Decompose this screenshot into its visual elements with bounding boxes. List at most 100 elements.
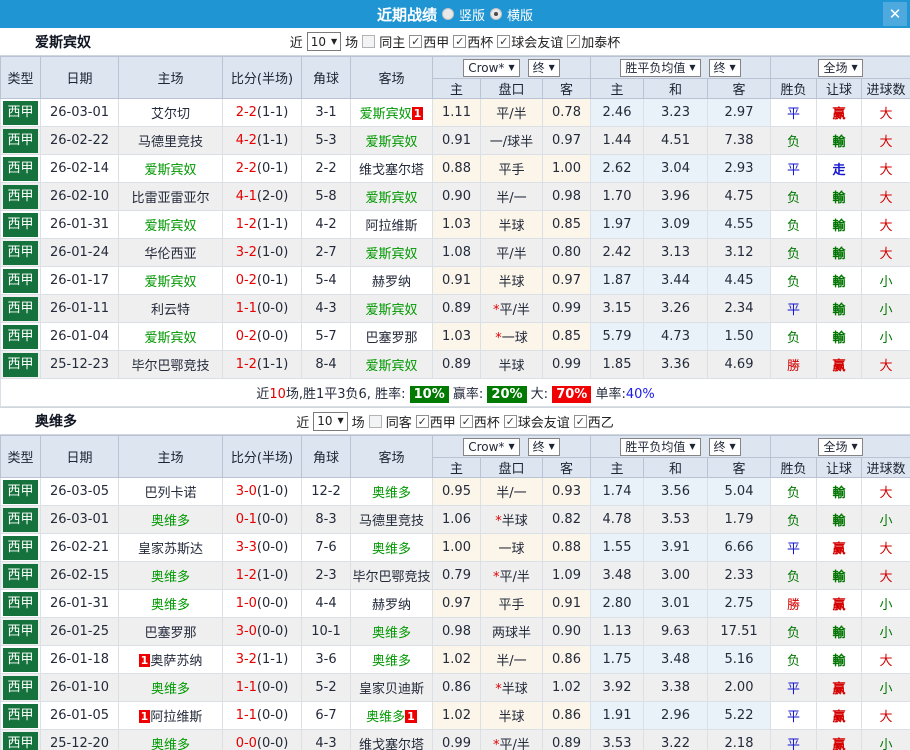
cell-score: 3-0(1-0) [222, 477, 302, 506]
cell-eu-away-odds: 17.51 [706, 617, 772, 646]
match-count-select[interactable]: 10 ▼ [306, 32, 342, 51]
cell-away-team: 维戈塞尔塔 [350, 729, 433, 750]
team-link: 巴塞罗那 [144, 626, 197, 641]
match-row: 西甲 26-01-18 1 奥萨苏纳 3-2(1-1) 3-6 奥维多 1.02 半/一 0.86… [0, 645, 910, 674]
cell-score: 1-1(0-0) [222, 673, 302, 702]
team-link: 奥维多 [150, 598, 190, 613]
chevron-down-icon: ▼ [689, 62, 696, 72]
cell-date: 26-01-10 [40, 673, 119, 702]
league-checkbox-segunda[interactable]: ✓ [573, 414, 587, 428]
odds-average-dropdown[interactable]: 胜平负均值 ▼ [620, 58, 701, 77]
final-odds-dropdown[interactable]: 终 ▼ [708, 58, 741, 77]
cell-home-team: 1 奥萨苏纳 [118, 645, 223, 674]
cell-ah-line: *平/半 [480, 294, 543, 323]
cell-result-handicap: 赢 [816, 729, 863, 750]
league-badge: 西甲 [3, 507, 38, 532]
cell-away-team: 奥维多 [350, 645, 433, 674]
league-checkbox-catalan[interactable]: ✓ [567, 35, 581, 48]
halftime-score: (1-1) [256, 105, 289, 120]
cell-corners: 6-7 [301, 701, 351, 730]
cell-score: 4-1(2-0) [222, 182, 302, 211]
cell-away-team: 赫罗纳 [350, 266, 433, 295]
cell-ah-away-odds: 0.93 [542, 477, 591, 506]
cell-result-goals: 小 [861, 266, 910, 295]
col-header-away: 客场 [350, 56, 433, 99]
cell-result-goals: 大 [861, 210, 910, 239]
cell-ah-away-odds: 0.97 [542, 126, 591, 155]
scope-dropdown[interactable]: 全场 ▼ [818, 437, 863, 456]
cell-corners: 2-7 [301, 238, 351, 267]
cell-eu-away-odds: 5.04 [706, 477, 772, 506]
cell-eu-home-odds: 3.15 [590, 294, 644, 323]
team-link: 皇家贝迪斯 [358, 682, 424, 697]
final-odds-dropdown[interactable]: 终 ▼ [527, 58, 560, 77]
fulltime-score: 2-2 [235, 105, 257, 120]
vertical-layout-label[interactable]: 竖版 [459, 5, 485, 24]
same-away-checkbox[interactable] [368, 414, 382, 428]
cell-result-handicap: 輸 [816, 238, 863, 267]
result-group-header: 全场 ▼ [770, 56, 910, 79]
cell-eu-away-odds: 1.50 [706, 322, 772, 351]
league-checkbox-friendly[interactable]: ✓ [497, 35, 511, 48]
cell-ah-home-odds: 0.86 [432, 673, 481, 702]
cell-score: 2-2(0-1) [222, 154, 302, 183]
cell-ah-home-odds: 0.98 [432, 617, 481, 646]
cell-ah-away-odds: 0.91 [542, 589, 591, 618]
summary-record: 场,胜1平3负6, [285, 387, 376, 402]
league-checkbox-copa[interactable]: ✓ [459, 414, 473, 428]
vertical-layout-radio[interactable] [441, 8, 454, 20]
cell-ah-line: *平/半 [480, 561, 543, 590]
bookmaker-dropdown[interactable]: Crow* ▼ [463, 437, 520, 456]
cell-ah-line: 半球 [480, 266, 543, 295]
team-link: 赫罗纳 [371, 275, 411, 290]
league-checkbox-friendly[interactable]: ✓ [503, 414, 517, 428]
cell-eu-home-odds: 1.74 [590, 477, 644, 506]
match-row: 西甲 26-01-04 爱斯宾奴 0-2(0-0) 5-7 巴塞罗那 1.03 *一球 0.85… [0, 322, 910, 351]
cell-league: 西甲 [0, 589, 41, 618]
team-link: 爱斯宾奴 [144, 275, 197, 290]
cell-eu-away-odds: 3.12 [706, 238, 772, 267]
match-row: 西甲 26-03-05 巴列卡诺 3-0(1-0) 12-2 奥维多 0.95 半/一 0.93… [0, 477, 910, 506]
league-checkbox-laliga[interactable]: ✓ [415, 414, 429, 428]
cell-league: 西甲 [0, 238, 41, 267]
cell-corners: 3-6 [301, 645, 351, 674]
handicap-rate-badge: 20% [487, 386, 527, 403]
fulltime-score: 1-1 [235, 708, 257, 723]
col-header-away: 客场 [350, 435, 433, 478]
col-header-ah-line: 盘口 [480, 457, 543, 478]
cell-result-handicap: 赢 [816, 533, 863, 562]
same-home-checkbox[interactable] [362, 35, 376, 48]
cell-ah-line: 半球 [480, 701, 543, 730]
close-icon[interactable]: ✕ [883, 2, 907, 26]
bookmaker-dropdown[interactable]: Crow* ▼ [463, 58, 520, 77]
horizontal-layout-label[interactable]: 横版 [507, 5, 533, 24]
cell-eu-draw-odds: 3.53 [643, 505, 708, 534]
cell-ah-away-odds: 0.97 [542, 266, 591, 295]
league-badge: 西甲 [3, 352, 38, 377]
halftime-score: (1-0) [256, 245, 289, 260]
cell-result-wdl: 平 [770, 673, 818, 702]
cell-corners: 4-4 [301, 589, 351, 618]
match-row: 西甲 26-02-14 爱斯宾奴 2-2(0-1) 2-2 维戈塞尔塔 0.88 平手 1.00… [0, 154, 910, 183]
team-link: 爱斯宾奴 [365, 359, 418, 374]
col-header-date: 日期 [40, 56, 119, 99]
cell-eu-draw-odds: 3.13 [643, 238, 708, 267]
team-link: 奥维多 [371, 542, 411, 557]
cell-home-team: 马德里竞技 [118, 126, 223, 155]
match-count-select[interactable]: 10 ▼ [313, 411, 348, 431]
cell-eu-home-odds: 1.44 [590, 126, 644, 155]
same-home-label: 同主 [379, 36, 406, 51]
league-checkbox-laliga[interactable]: ✓ [409, 35, 423, 48]
horizontal-layout-radio[interactable] [490, 8, 502, 20]
final-odds-dropdown[interactable]: 终 ▼ [527, 437, 560, 456]
scope-dropdown[interactable]: 全场 ▼ [818, 58, 863, 77]
league-checkbox-copa[interactable]: ✓ [453, 35, 467, 48]
team-link: 马德里竞技 [358, 514, 424, 529]
cell-eu-away-odds: 2.97 [706, 98, 772, 127]
cell-ah-line: 两球半 [480, 617, 543, 646]
odds-average-dropdown[interactable]: 胜平负均值 ▼ [620, 437, 701, 456]
final-odds-dropdown[interactable]: 终 ▼ [708, 437, 741, 456]
cell-result-goals: 大 [861, 126, 910, 155]
col-header-type: 类型 [0, 56, 41, 99]
fulltime-score: 0-0 [235, 736, 257, 750]
